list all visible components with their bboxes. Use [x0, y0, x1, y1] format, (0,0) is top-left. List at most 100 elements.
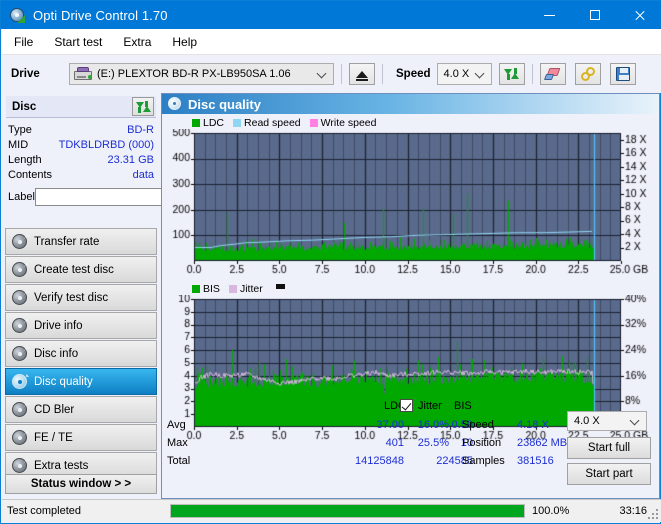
stats-samples-label: Samples — [462, 455, 505, 467]
menu-item-extra[interactable]: Extra — [114, 32, 160, 52]
window-title: Opti Drive Control 1.70 — [33, 7, 168, 23]
stats-jitter-max: 25.5% — [417, 437, 449, 449]
close-button[interactable] — [617, 1, 661, 29]
legend-top-chart: LDC Read speed Write speed — [192, 116, 386, 129]
menu-item-start-test[interactable]: Start test — [45, 32, 111, 52]
legend-marker-box — [275, 283, 285, 289]
sidebar-item-cd-bler[interactable]: CD Bler — [5, 396, 157, 423]
disc-row-length-value: 23.31 GB — [107, 153, 154, 166]
disc-row-contents-value: data — [132, 168, 154, 181]
chevron-down-icon — [631, 417, 639, 425]
legend-item-read-speed: Read speed — [233, 117, 301, 129]
minimize-button[interactable] — [527, 1, 572, 29]
disc-row-type-value: BD-R — [127, 123, 154, 136]
sidebar-item-disc-quality[interactable]: Disc quality — [5, 368, 157, 395]
legend-label-ldc: LDC — [203, 116, 225, 129]
resize-grip[interactable] — [648, 509, 658, 519]
test-speed-select[interactable]: 4.0 X — [567, 411, 647, 431]
status-message: Test completed — [7, 505, 81, 517]
erase-button[interactable] — [539, 63, 566, 85]
window-controls — [527, 1, 661, 29]
status-window-button[interactable]: Status window > > — [5, 474, 157, 494]
disc-row-type: Type BD-R — [8, 122, 154, 137]
stats-jitter-avg: 16.0% — [417, 419, 449, 431]
sidebar-item-verify-test-disc[interactable]: Verify test disc — [5, 284, 157, 311]
disc-label-key: Label — [8, 190, 35, 203]
disc-row-mid-key: MID — [8, 138, 29, 151]
legend-swatch-ldc — [192, 118, 200, 127]
sidebar-item-label: FE / TE — [34, 431, 73, 444]
panel-header: Disc quality — [162, 94, 659, 114]
disc-icon — [12, 430, 29, 445]
disc-icon — [12, 346, 29, 361]
sidebar-item-disc-info[interactable]: Disc info — [5, 340, 157, 367]
legend-swatch-write-speed — [309, 118, 318, 127]
chevron-down-icon — [476, 70, 484, 78]
disc-label-row: Label — [8, 186, 238, 207]
toolbar-divider-3 — [531, 64, 533, 84]
sidebar-item-fe-te[interactable]: FE / TE — [5, 424, 157, 451]
disc-row-contents-key: Contents — [8, 168, 53, 181]
disc-quality-icon — [168, 97, 182, 111]
speed-select[interactable]: 4.0 X — [436, 63, 492, 85]
sidebar-item-label: CD Bler — [34, 403, 75, 416]
close-icon — [634, 10, 645, 21]
chevron-down-icon — [318, 70, 326, 78]
legend-swatch-bis — [192, 284, 200, 293]
sidebar: Disc Type BD-R MID TDKBLDRBD (000) Lengt… — [2, 93, 238, 499]
start-full-button[interactable]: Start full — [567, 437, 651, 459]
refresh-icon — [135, 100, 151, 114]
disc-icon — [12, 374, 29, 389]
jitter-checkbox[interactable] — [400, 399, 413, 412]
disc-icon — [12, 318, 29, 333]
legend-label-read-speed: Read speed — [244, 116, 301, 129]
eject-button[interactable] — [349, 63, 375, 85]
sidebar-item-transfer-rate[interactable]: Transfer rate — [5, 228, 157, 255]
stats-area: LDC BIS Avg Max Total 37.00 401 14125848… — [162, 399, 659, 498]
disc-section-header: Disc — [6, 96, 156, 118]
legend-swatch-read-speed — [233, 118, 242, 127]
refresh-button[interactable] — [498, 63, 525, 85]
legend-item-write-speed: Write speed — [309, 117, 377, 129]
key-icon — [580, 66, 596, 82]
disc-row-type-key: Type — [8, 123, 32, 136]
sidebar-item-label: Extra tests — [34, 459, 89, 472]
drive-icon — [74, 67, 92, 81]
panel-title: Disc quality — [188, 96, 261, 112]
charts-container: LDC Read speed Write speed BIS Jitter — [162, 114, 659, 445]
status-bar: Test completed 100.0% 33:16 — [2, 499, 661, 522]
disc-icon — [12, 402, 29, 417]
legend-item-ldc: LDC — [192, 117, 224, 129]
speed-label: Speed — [396, 68, 431, 80]
menu-item-help[interactable]: Help — [163, 32, 206, 52]
disc-icon — [12, 290, 29, 305]
test-speed-select-value: 4.0 X — [574, 415, 600, 427]
sidebar-item-label: Create test disc — [34, 263, 114, 276]
top-chart-canvas — [162, 129, 659, 279]
sidebar-item-drive-info[interactable]: Drive info — [5, 312, 157, 339]
sidebar-item-label: Disc info — [34, 347, 79, 360]
drive-select[interactable]: (E:) PLEXTOR BD-R PX-LB950SA 1.06 — [69, 63, 334, 85]
legend-label-bis: BIS — [203, 282, 220, 295]
nav-list: Transfer rate Create test disc Verify te… — [2, 228, 160, 480]
disc-icon — [12, 458, 29, 473]
menu-bar: File Start test Extra Help — [2, 29, 661, 55]
legend-item-bis: BIS — [192, 283, 220, 295]
save-button[interactable] — [609, 63, 636, 85]
stats-speed-label: Speed — [462, 419, 494, 431]
legend-label-jitter: Jitter — [239, 282, 263, 295]
maximize-icon — [589, 10, 600, 20]
progress-bar-fill — [171, 505, 524, 517]
menu-item-file[interactable]: File — [5, 32, 42, 52]
start-part-button[interactable]: Start part — [567, 463, 651, 485]
disc-refresh-button[interactable] — [132, 97, 154, 116]
maximize-button[interactable] — [572, 1, 617, 29]
disc-row-length-key: Length — [8, 153, 42, 166]
app-window: Opti Drive Control 1.70 File Start test … — [0, 0, 661, 524]
sidebar-item-create-test-disc[interactable]: Create test disc — [5, 256, 157, 283]
stats-col-bis: BIS — [454, 400, 472, 412]
jitter-label: Jitter — [418, 400, 442, 412]
app-disc-icon — [9, 7, 25, 23]
key-button[interactable] — [574, 63, 601, 85]
disc-icon — [12, 262, 29, 277]
